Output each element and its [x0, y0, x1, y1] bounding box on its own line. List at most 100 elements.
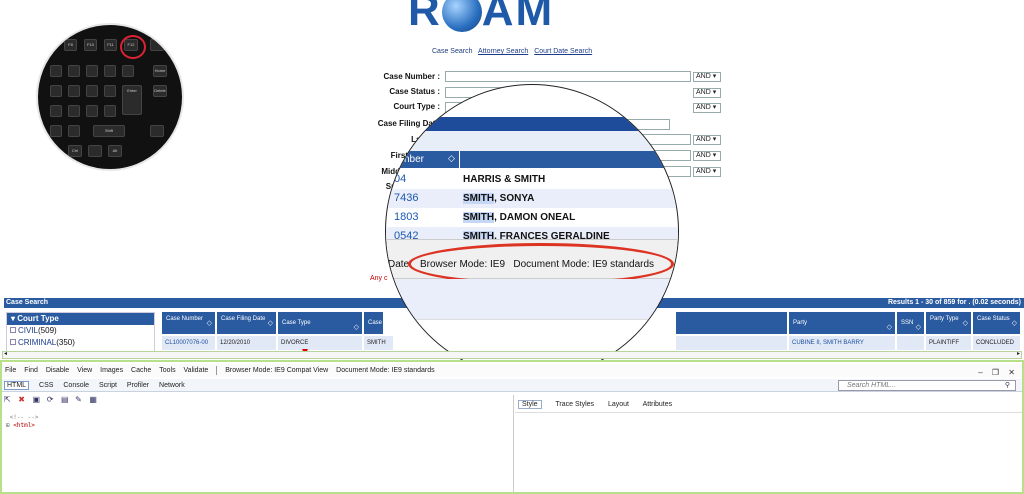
dom-icon[interactable]: ▤ [61, 395, 70, 404]
scroll-right-icon[interactable]: ▸ [1017, 350, 1020, 357]
tab-console[interactable]: Console [63, 382, 89, 389]
word-wrap-icon[interactable]: ▦ [89, 395, 98, 404]
menu-file[interactable]: File [5, 367, 16, 374]
tab-css[interactable]: CSS [39, 382, 53, 389]
logo-text-left: R [408, 0, 442, 35]
html-root-node[interactable]: ⊞ <html> [6, 422, 39, 430]
style-pane-divider [515, 412, 1022, 413]
key-delete: Delete [153, 85, 167, 97]
menu-view[interactable]: View [77, 367, 92, 374]
column-case-filing-date[interactable]: Case Filing Date ◇ [217, 312, 277, 334]
column-party-type[interactable]: Party Type ◇ [926, 312, 972, 334]
case-status-operator-select[interactable]: AND ▾ [693, 88, 721, 98]
edit-icon[interactable]: ✎ [75, 395, 84, 404]
globe-icon [441, 0, 482, 32]
devtools-window-buttons: – ❐ ✕ [974, 366, 1018, 379]
cell-case-number[interactable]: CL10007076-00 [162, 336, 216, 350]
close-icon[interactable]: ✕ [1008, 368, 1015, 377]
devtools-tab-bar: HTML CSS Console Script Profiler Network… [2, 379, 1022, 392]
key-home: Home [153, 65, 167, 77]
key-blank [86, 85, 98, 97]
court-date-search-link[interactable]: Court Date Search [534, 48, 592, 55]
case-status-label: Case Status : [389, 87, 440, 96]
zoomed-case-number[interactable]: 7436 [394, 189, 418, 208]
column-case-style-cont[interactable] [676, 312, 788, 334]
pane-splitter[interactable] [513, 395, 514, 493]
attorney-search-link[interactable]: Attorney Search [478, 48, 528, 55]
warning-text: Any c [370, 275, 388, 282]
key-f8: F8 [64, 39, 77, 51]
html-comment-node[interactable]: <!-- --> [6, 414, 39, 422]
tab-script[interactable]: Script [99, 382, 117, 389]
zoomed-row: 1803 SMITH, DAMON ONEAL [386, 208, 678, 227]
zoomed-case-number[interactable]: 04 [394, 170, 406, 189]
select-element-icon[interactable]: ⇱ [4, 395, 13, 404]
tab-trace-styles[interactable]: Trace Styles [555, 401, 594, 408]
zoomed-case-style: SMITH, SONYA [463, 193, 535, 204]
browser-mode-menu[interactable]: Browser Mode: IE9 Compat View [225, 367, 328, 374]
key-blank [68, 65, 80, 77]
zoomed-column-divider [459, 151, 460, 168]
facet-item-civil[interactable]: CIVIL(509) [7, 325, 154, 337]
tab-attributes[interactable]: Attributes [643, 401, 673, 408]
results-summary: Results 1 - 30 of 859 for . (0.02 second… [887, 299, 1021, 306]
search-type-links: Case Search Attorney Search Court Date S… [432, 48, 596, 55]
search-html-input[interactable]: Search HTML... ⚲ [838, 380, 1016, 391]
checkbox[interactable] [10, 339, 16, 345]
column-case-number[interactable]: Case Number ◇ [162, 312, 216, 334]
key-f11: F11 [104, 39, 117, 51]
menu-cache[interactable]: Cache [131, 367, 151, 374]
checkbox[interactable] [10, 327, 16, 333]
facet-header[interactable]: ▾ Court Type [7, 313, 154, 325]
search-icon[interactable]: ⚲ [1005, 381, 1010, 390]
zoomed-case-number[interactable]: 0542 [394, 227, 418, 239]
refresh-icon[interactable]: ⟳ [47, 395, 56, 404]
first-name-operator-select[interactable]: AND ▾ [693, 151, 721, 161]
key-blank [150, 125, 164, 137]
case-number-operator-select[interactable]: AND ▾ [693, 72, 721, 82]
last-name-operator-select[interactable]: AND ▾ [693, 135, 721, 145]
key-blank [122, 65, 134, 77]
sort-icon: ◇ [448, 153, 455, 163]
scroll-left-icon[interactable]: ◂ [4, 350, 7, 357]
zoomed-case-number[interactable]: 1803 [394, 208, 418, 227]
key-enter: Enter [122, 85, 142, 115]
html-tree: <!-- --> ⊞ <html> [6, 414, 39, 430]
tab-layout[interactable]: Layout [608, 401, 629, 408]
court-type-operator-select[interactable]: AND ▾ [693, 103, 721, 113]
key-blank [104, 65, 116, 77]
menu-validate[interactable]: Validate [184, 367, 209, 374]
restore-icon[interactable]: ❐ [992, 368, 999, 377]
zoomed-row: 04 HARRIS & SMITH [386, 170, 678, 189]
key-ctrl: Ctrl [68, 145, 82, 157]
column-case-type[interactable]: Case Type ◇ [278, 312, 363, 334]
facet-item-criminal[interactable]: CRIMINAL(350) [7, 337, 154, 349]
column-case-status[interactable]: Case Status ◇ [973, 312, 1021, 334]
key-blank [50, 65, 62, 77]
clear-icon[interactable]: ✖ [18, 395, 27, 404]
key-blank [50, 85, 62, 97]
tab-style[interactable]: Style [518, 400, 542, 409]
cell-party[interactable]: CUBINE II, SMITH BARRY [789, 336, 896, 350]
column-party[interactable]: Party ◇ [789, 312, 896, 334]
menu-find[interactable]: Find [24, 367, 38, 374]
horizontal-scrollbar[interactable]: ◂ ▸ [2, 351, 1022, 359]
middle-name-operator-select[interactable]: AND ▾ [693, 167, 721, 177]
tab-html[interactable]: HTML [4, 381, 30, 390]
case-number-input[interactable] [445, 71, 691, 82]
tab-network[interactable]: Network [159, 382, 185, 389]
devtools-toolbar: ⇱ ✖ ▣ ⟳ ▤ ✎ ▦ [4, 395, 101, 406]
f12-highlight-circle [120, 35, 146, 59]
menu-images[interactable]: Images [100, 367, 123, 374]
tab-profiler[interactable]: Profiler [127, 382, 149, 389]
menu-disable[interactable]: Disable [46, 367, 69, 374]
column-case-style[interactable]: Case Style [364, 312, 384, 342]
menu-tools[interactable]: Tools [159, 367, 175, 374]
column-ssn[interactable]: SSN ◇ [897, 312, 925, 334]
save-icon[interactable]: ▣ [32, 395, 41, 404]
minimize-icon[interactable]: – [978, 368, 982, 377]
document-mode-menu[interactable]: Document Mode: IE9 standards [336, 367, 434, 374]
zoomed-date-label: Date [388, 259, 410, 270]
case-search-link[interactable]: Case Search [432, 48, 472, 55]
developer-tools-panel: File Find Disable View Images Cache Tool… [0, 360, 1024, 494]
